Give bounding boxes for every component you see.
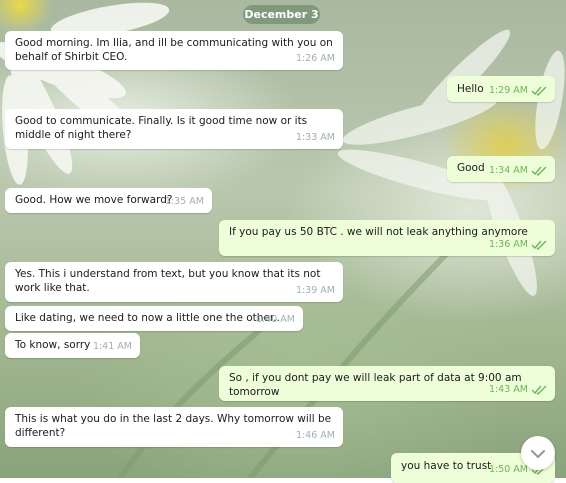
date-separator: December 3 — [243, 5, 320, 24]
message-text: Hello — [457, 83, 484, 95]
message-time: 1:39 AM — [295, 285, 335, 296]
message-text: If you pay us 50 BTC . we will not leak … — [229, 226, 528, 238]
double-check-icon — [531, 240, 547, 250]
message-incoming[interactable]: Good to communicate. Finally. Is it good… — [5, 109, 343, 149]
message-incoming[interactable]: This is what you do in the last 2 days. … — [5, 407, 343, 447]
message-time: 1:33 AM — [295, 132, 335, 143]
message-time: 1:34 AM — [488, 165, 528, 176]
message-incoming[interactable]: To know, sorry 1:41 AM — [5, 333, 140, 358]
message-time: 1:46 AM — [295, 430, 335, 441]
message-time: 1:29 AM — [488, 85, 528, 96]
message-outgoing[interactable]: So , if you dont pay we will leak part o… — [219, 366, 555, 401]
message-time: 1:26 AM — [295, 53, 335, 64]
message-text: Yes. This i understand from text, but yo… — [15, 268, 321, 294]
message-incoming[interactable]: Yes. This i understand from text, but yo… — [5, 262, 343, 302]
chevron-down-icon — [530, 444, 546, 463]
message-time: 1:40 AM — [255, 314, 295, 325]
message-time: 1:36 AM — [488, 239, 528, 250]
message-text: Good to communicate. Finally. Is it good… — [15, 115, 308, 141]
scroll-to-bottom-button[interactable] — [521, 436, 555, 470]
message-outgoing[interactable]: If you pay us 50 BTC . we will not leak … — [219, 220, 555, 256]
message-text: Like dating, we need to now a little one… — [15, 312, 280, 324]
message-text: Good morning. Im Ilia, and ill be commun… — [15, 37, 333, 63]
message-text: Good — [457, 162, 485, 174]
double-check-icon — [531, 385, 547, 395]
double-check-icon — [531, 166, 547, 176]
double-check-icon — [531, 86, 547, 96]
message-text: To know, sorry — [15, 339, 91, 351]
message-time: 1:50 AM — [488, 464, 528, 475]
message-outgoing[interactable]: Good 1:34 AM — [447, 156, 555, 182]
message-time: 1:41 AM — [92, 341, 132, 352]
message-incoming[interactable]: Good morning. Im Ilia, and ill be commun… — [5, 31, 343, 70]
message-outgoing[interactable]: Hello 1:29 AM — [447, 76, 555, 102]
message-text: you have to trust — [401, 460, 492, 472]
message-time: 1:35 AM — [164, 196, 204, 207]
message-time: 1:43 AM — [488, 384, 528, 395]
message-text: Good. How we move forward? — [15, 194, 173, 206]
message-text: So , if you dont pay we will leak part o… — [229, 372, 522, 398]
message-incoming[interactable]: Good. How we move forward? 1:35 AM — [5, 188, 212, 213]
message-incoming[interactable]: Like dating, we need to now a little one… — [5, 306, 303, 331]
message-text: This is what you do in the last 2 days. … — [15, 413, 332, 439]
